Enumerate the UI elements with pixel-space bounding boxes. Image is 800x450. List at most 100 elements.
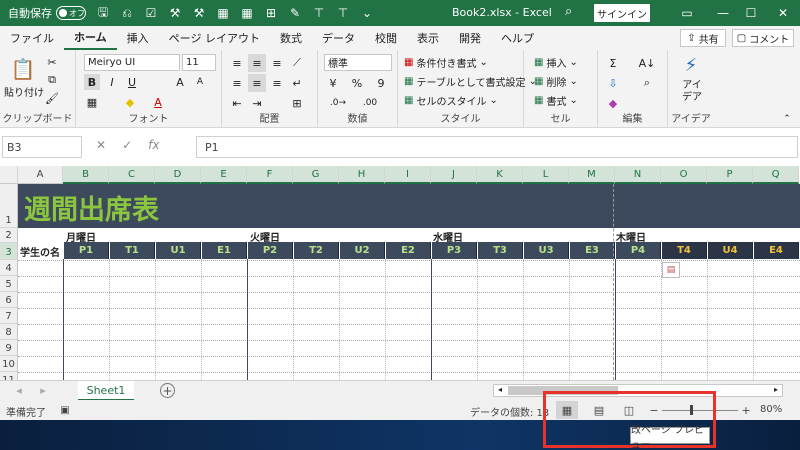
- tab-insert[interactable]: 挿入: [117, 26, 159, 50]
- row-header[interactable]: 8: [0, 324, 18, 340]
- percent-icon[interactable]: %: [348, 74, 366, 92]
- day-label-wednesday[interactable]: 水曜日: [433, 229, 463, 244]
- row-header[interactable]: 1: [0, 184, 18, 228]
- signin-button[interactable]: サインイン: [594, 4, 650, 22]
- enter-icon[interactable]: ✓: [122, 138, 132, 152]
- column-header[interactable]: A: [18, 166, 63, 184]
- save-icon[interactable]: 🖫: [92, 3, 114, 23]
- collapse-ribbon-icon[interactable]: ⌃: [780, 112, 794, 126]
- quick-analysis-icon[interactable]: ▤: [662, 262, 680, 278]
- orientation-icon[interactable]: ⟋: [288, 54, 306, 72]
- align-middle-icon[interactable]: ≡: [248, 54, 266, 72]
- tool-icon[interactable]: ⚒: [164, 3, 186, 23]
- row-header[interactable]: 4: [0, 260, 18, 276]
- column-header[interactable]: M: [569, 166, 615, 184]
- currency-icon[interactable]: ¥: [324, 74, 342, 92]
- ideas-button[interactable]: アイ デア: [680, 80, 704, 104]
- copy-icon[interactable]: ⧉: [44, 72, 60, 88]
- macro-record-icon[interactable]: ▣: [58, 403, 72, 417]
- prev-sheet-icon[interactable]: ◂: [12, 383, 26, 397]
- comma-icon[interactable]: 9: [372, 74, 390, 92]
- column-header[interactable]: N: [615, 166, 661, 184]
- font-size-select[interactable]: 11: [182, 54, 216, 71]
- attendance-header-cell[interactable]: U2: [340, 242, 385, 259]
- row-header[interactable]: 2: [0, 228, 18, 243]
- insert-cells-button[interactable]: ▦ 挿入 ⌄: [534, 55, 578, 70]
- share-button[interactable]: ⇪ 共有: [680, 29, 726, 47]
- student-name-header[interactable]: 学生の名: [20, 244, 60, 259]
- dropdown-icon[interactable]: ⌄: [356, 3, 378, 23]
- autosum-icon[interactable]: Σ: [604, 54, 622, 72]
- row-header[interactable]: 6: [0, 292, 18, 308]
- format-cells-button[interactable]: ▦ 書式 ⌄: [534, 93, 578, 108]
- minimize-icon[interactable]: —: [708, 2, 738, 24]
- attendance-header-cell[interactable]: E4: [754, 242, 799, 259]
- column-header[interactable]: B: [63, 166, 109, 184]
- worksheet-grid[interactable]: ABCDEFGHIJKLMNOPQ 1234567891011 週間出席表 月曜…: [0, 166, 800, 380]
- zoom-in-icon[interactable]: +: [740, 402, 752, 418]
- attendance-header-cell[interactable]: P3: [432, 242, 477, 259]
- align-bottom-icon[interactable]: ≡: [268, 54, 286, 72]
- select-all-corner[interactable]: [0, 166, 18, 184]
- italic-icon[interactable]: I: [104, 74, 120, 90]
- align-left-icon[interactable]: ≡: [228, 74, 246, 92]
- align-right-icon[interactable]: ≡: [268, 74, 286, 92]
- next-sheet-icon[interactable]: ▸: [36, 383, 50, 397]
- attendance-header-cell[interactable]: T4: [662, 242, 707, 259]
- ribbon-display-icon[interactable]: ▭: [672, 2, 702, 24]
- table-icon[interactable]: ▦: [236, 3, 258, 23]
- tab-view[interactable]: 表示: [407, 26, 449, 50]
- number-format-select[interactable]: 標準: [324, 54, 392, 71]
- column-header[interactable]: E: [201, 166, 247, 184]
- column-header[interactable]: Q: [753, 166, 799, 184]
- maximize-icon[interactable]: ☐: [736, 2, 766, 24]
- undo-icon[interactable]: ⎌: [116, 3, 138, 23]
- conditional-format-button[interactable]: ▦ 条件付き書式 ⌄: [404, 55, 488, 70]
- attendance-header-cell[interactable]: T2: [294, 242, 339, 259]
- tab-review[interactable]: 校閲: [365, 26, 407, 50]
- attendance-header-cell[interactable]: E3: [570, 242, 615, 259]
- column-header[interactable]: C: [109, 166, 155, 184]
- tab-help[interactable]: ヘルプ: [491, 26, 544, 50]
- cut-icon[interactable]: ✂: [44, 54, 60, 70]
- cell-styles-button[interactable]: ▦ セルのスタイル ⌄: [404, 93, 498, 108]
- underline-icon[interactable]: U: [124, 74, 140, 90]
- tool-icon[interactable]: ⚒: [188, 3, 210, 23]
- paste-icon[interactable]: 📋: [6, 54, 40, 84]
- attendance-header-cell[interactable]: T3: [478, 242, 523, 259]
- grow-font-icon[interactable]: A: [172, 74, 188, 90]
- column-header[interactable]: L: [523, 166, 569, 184]
- tab-developer[interactable]: 開発: [449, 26, 491, 50]
- column-header[interactable]: O: [661, 166, 707, 184]
- attendance-header-cell[interactable]: P4: [616, 242, 661, 259]
- day-label-thursday[interactable]: 木曜日: [616, 229, 646, 244]
- tab-file[interactable]: ファイル: [0, 26, 64, 50]
- filter-icon[interactable]: ⊤: [332, 3, 354, 23]
- add-sheet-icon[interactable]: +: [160, 383, 175, 398]
- format-as-table-button[interactable]: ▦ テーブルとして書式設定 ⌄: [404, 74, 537, 89]
- cancel-icon[interactable]: ✕: [96, 138, 106, 152]
- autosave-toggle[interactable]: オフ: [56, 6, 86, 20]
- border-icon[interactable]: ▦: [84, 94, 100, 110]
- row-header[interactable]: 3: [0, 243, 18, 260]
- font-name-select[interactable]: Meiryo UI: [84, 54, 180, 71]
- row-header[interactable]: 5: [0, 276, 18, 292]
- column-header[interactable]: J: [431, 166, 477, 184]
- day-label-monday[interactable]: 月曜日: [66, 229, 96, 244]
- insert-function-icon[interactable]: fx: [148, 138, 159, 152]
- close-icon[interactable]: ✕: [768, 2, 798, 24]
- align-center-icon[interactable]: ≡: [248, 74, 266, 92]
- tab-page-layout[interactable]: ページ レイアウト: [159, 26, 270, 50]
- format-painter-icon[interactable]: 🖌: [44, 90, 60, 106]
- day-label-tuesday[interactable]: 火曜日: [250, 229, 280, 244]
- row-header[interactable]: 11: [0, 372, 18, 380]
- attendance-header-cell[interactable]: U3: [524, 242, 569, 259]
- column-header[interactable]: P: [707, 166, 753, 184]
- align-top-icon[interactable]: ≡: [228, 54, 246, 72]
- column-header[interactable]: H: [339, 166, 385, 184]
- font-color-icon[interactable]: A: [150, 94, 166, 110]
- attendance-header-cell[interactable]: P1: [64, 242, 109, 259]
- name-box[interactable]: B3: [2, 136, 82, 158]
- filter-icon[interactable]: ⊤: [308, 3, 330, 23]
- tab-formulas[interactable]: 数式: [270, 26, 312, 50]
